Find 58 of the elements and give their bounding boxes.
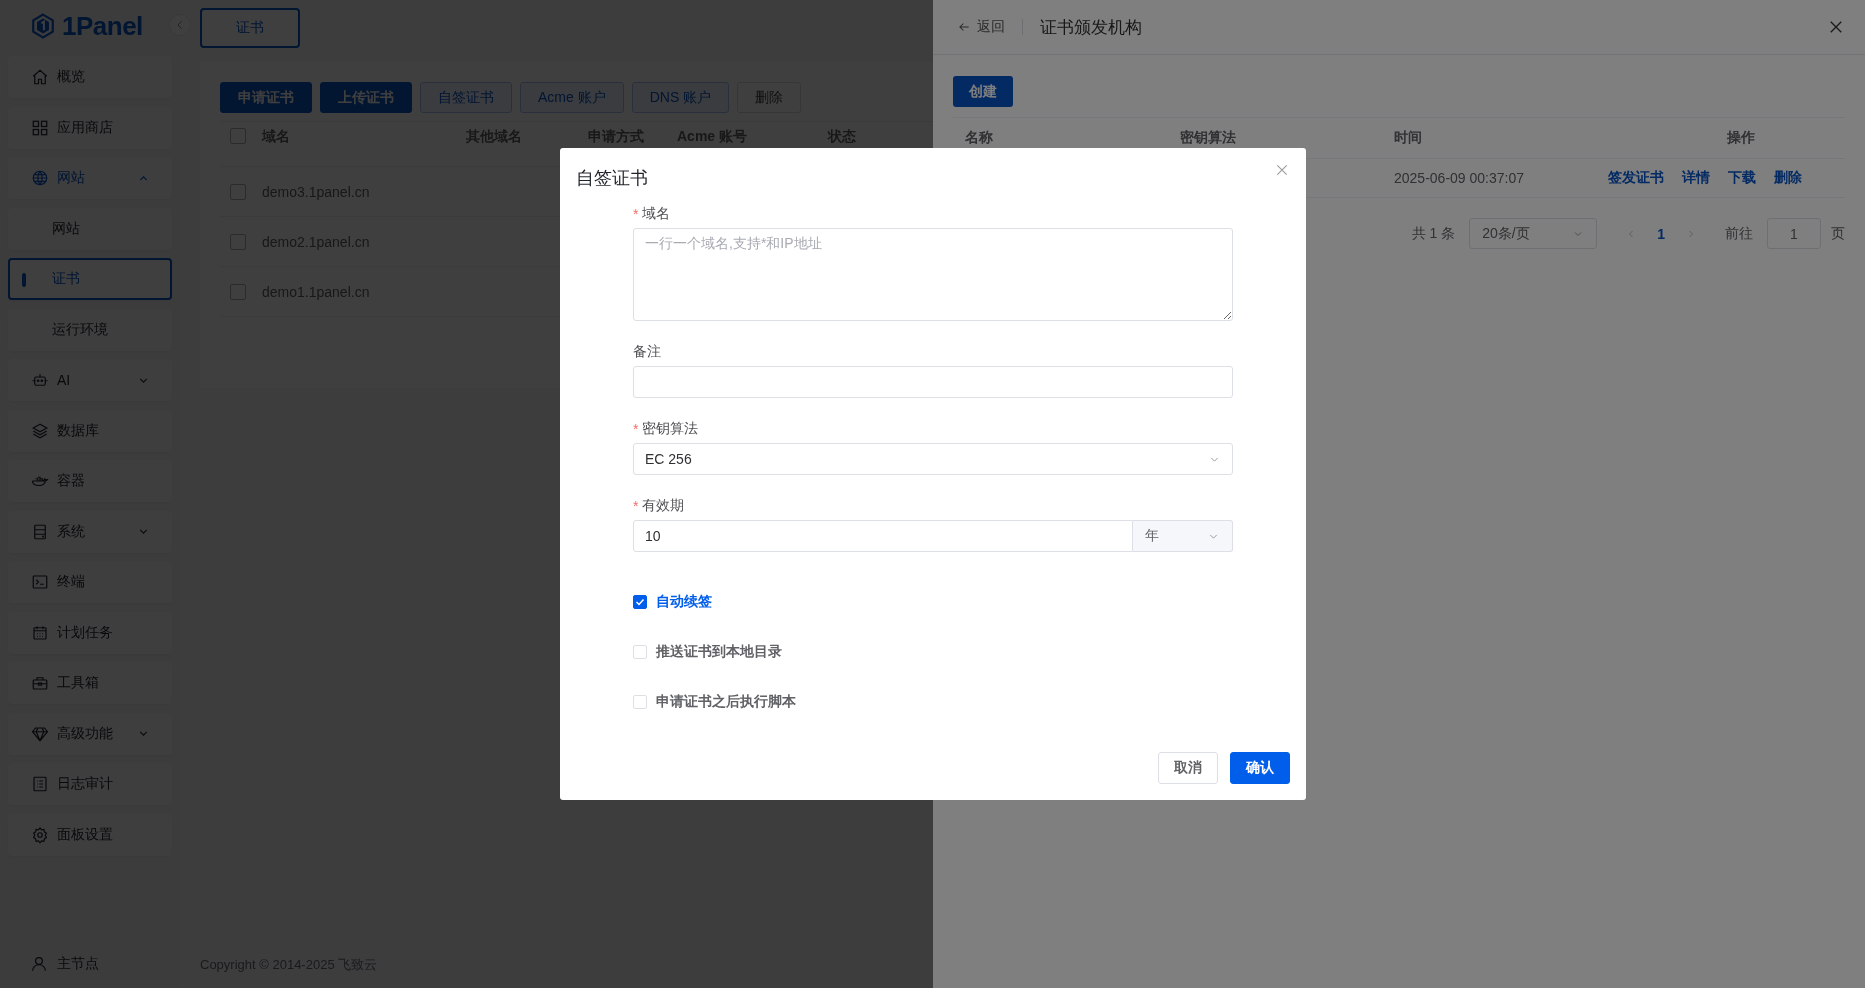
required-mark: * (633, 498, 639, 514)
required-mark: * (633, 421, 639, 437)
column-header: 操作 (1726, 129, 1756, 147)
field-label: 有效期 (642, 497, 685, 515)
drawer-title: 证书颁发机构 (1040, 16, 1143, 39)
logo-text: 1Panel (62, 10, 143, 42)
action-link[interactable]: 删除 (1774, 169, 1802, 187)
confirm-button[interactable]: 确认 (1230, 752, 1290, 784)
input-field[interactable] (633, 366, 1233, 398)
list-icon (31, 775, 49, 793)
diamond-icon (31, 724, 49, 743)
sidebar-item[interactable]: 网站 (8, 157, 172, 199)
calendar-icon (31, 623, 49, 642)
page-size-select[interactable]: 20条/页 (1469, 218, 1598, 249)
column-header: 时间 (1393, 129, 1423, 147)
checkbox-label: 自动续签 (656, 593, 712, 611)
action-link[interactable]: 下载 (1728, 169, 1756, 187)
settings-icon (31, 825, 49, 844)
globe-icon (31, 169, 49, 187)
layers-icon (31, 421, 49, 440)
column-header: 名称 (964, 129, 994, 147)
action-link[interactable]: 签发证书 (1608, 169, 1664, 187)
toolbox-icon (31, 674, 49, 692)
sidebar-subitem[interactable]: 证书 (8, 258, 172, 300)
field-label: 备注 (633, 343, 661, 361)
field-label: 域名 (642, 205, 671, 223)
goto-label: 前往 (1725, 224, 1753, 243)
create-button[interactable]: 创建 (953, 76, 1013, 107)
domain-textarea[interactable]: 一行一个域名,支持*和IP地址 (633, 228, 1233, 321)
checkbox[interactable] (633, 595, 647, 609)
back-button[interactable]: 返回 (957, 18, 1005, 36)
page-suffix: 页 (1831, 224, 1845, 243)
server-icon (31, 522, 49, 541)
input-field[interactable]: 10 (633, 520, 1133, 552)
user-icon (30, 955, 48, 973)
arrow-left-icon (957, 20, 971, 34)
home-icon (31, 68, 49, 86)
logo-icon (30, 13, 56, 39)
cancel-button[interactable]: 取消 (1158, 752, 1218, 784)
terminal-icon (31, 573, 49, 591)
checkbox-label: 推送证书到本地目录 (656, 643, 782, 661)
action-link[interactable]: 详情 (1682, 169, 1710, 187)
tab[interactable]: 证书 (200, 8, 300, 48)
robot-icon (31, 371, 49, 389)
select-field[interactable]: EC 256 (633, 443, 1233, 475)
page-input[interactable]: 1 (1767, 218, 1821, 249)
total-count: 共 1 条 (1411, 224, 1456, 243)
unit-select[interactable]: 年 (1133, 520, 1233, 552)
close-icon[interactable] (1274, 162, 1290, 178)
required-mark: * (633, 206, 639, 222)
field-label: 密钥算法 (642, 420, 699, 438)
dialog-title: 自签证书 (576, 167, 648, 190)
check-icon (634, 596, 646, 608)
checkbox-label: 申请证书之后执行脚本 (656, 693, 796, 711)
page-number[interactable]: 1 (1651, 225, 1671, 242)
table-cell-text: 2025-06-09 00:37:07 (1393, 170, 1525, 186)
grid-icon (31, 118, 49, 137)
column-header: 密钥算法 (1179, 129, 1237, 147)
